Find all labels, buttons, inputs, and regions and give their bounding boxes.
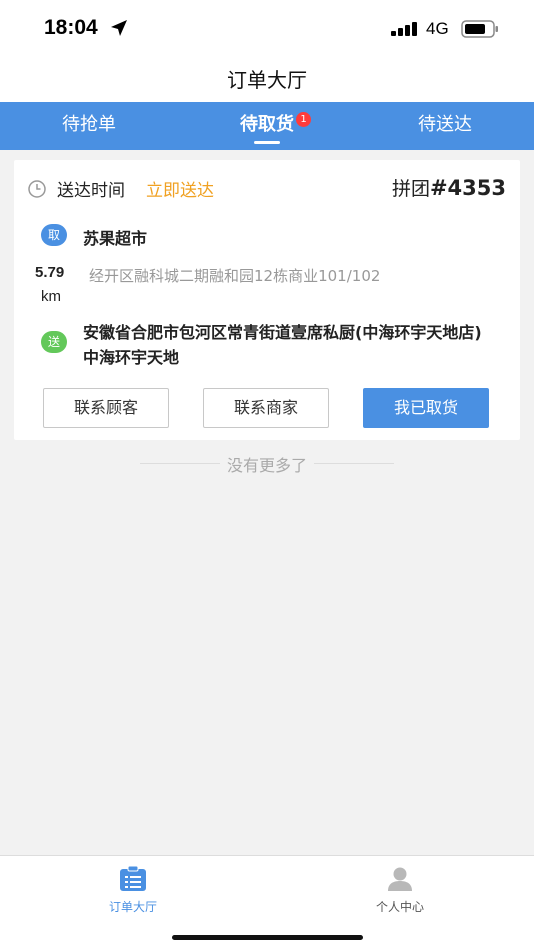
clipboard-list-icon	[120, 865, 146, 891]
active-tab-indicator	[254, 141, 280, 144]
status-time: 18:04	[44, 16, 98, 39]
tab-label: 待取货	[240, 114, 294, 135]
location-arrow-icon	[111, 20, 127, 36]
nav-bar: 订单大厅	[0, 58, 534, 102]
tab-pending-grab[interactable]: 待抢单	[0, 102, 178, 150]
home-indicator	[172, 935, 363, 940]
distance-unit: km	[41, 288, 61, 305]
page-title: 订单大厅	[227, 68, 307, 92]
tab-badge: 1	[296, 112, 311, 127]
bottom-nav-label: 订单大厅	[108, 900, 157, 914]
group-order-number: 拼团#4353	[392, 174, 506, 201]
bottom-nav-order-hall[interactable]: 订单大厅	[73, 865, 193, 915]
delivery-time-value: 立即送达	[146, 181, 214, 201]
contact-merchant-button[interactable]: 联系商家	[203, 388, 329, 428]
delivery-time-label: 送达时间	[57, 181, 125, 201]
person-icon	[388, 867, 412, 891]
pickup-tag: 取	[41, 224, 67, 246]
tab-pending-delivery[interactable]: 待送达	[356, 102, 534, 150]
clock-icon	[28, 180, 46, 198]
contact-customer-button[interactable]: 联系顾客	[43, 388, 169, 428]
tab-bar: 待抢单 待取货 1 待送达	[0, 102, 534, 150]
picked-up-button[interactable]: 我已取货	[363, 388, 489, 428]
pickup-address: 经开区融科城二期融和园12栋商业101/102	[89, 267, 381, 285]
dropoff-address: 安徽省合肥市包河区常青街道壹席私厨(中海环宇天地店)中海环宇天地	[83, 323, 482, 367]
bottom-nav-profile[interactable]: 个人中心	[340, 866, 460, 915]
list-end-text: 没有更多了	[226, 456, 307, 475]
tab-label: 待抢单	[62, 114, 116, 135]
dropoff-tag: 送	[41, 331, 67, 353]
bottom-nav-label: 个人中心	[375, 900, 424, 914]
group-number: #4353	[429, 176, 506, 200]
tab-pending-pickup[interactable]: 待取货 1	[178, 102, 356, 150]
status-bar: 18:04 4G	[0, 0, 534, 58]
distance-value: 5.79	[35, 264, 65, 281]
network-type: 4G	[426, 19, 449, 38]
tab-label: 待送达	[418, 114, 472, 135]
order-card[interactable]: 送达时间 立即送达 拼团#4353 取 苏果超市 5.79 km 经开区融科城二…	[14, 160, 520, 440]
battery-icon	[461, 20, 498, 38]
cellular-signal-icon	[391, 22, 417, 36]
group-prefix: 拼团	[391, 178, 430, 200]
shop-name: 苏果超市	[83, 229, 148, 248]
